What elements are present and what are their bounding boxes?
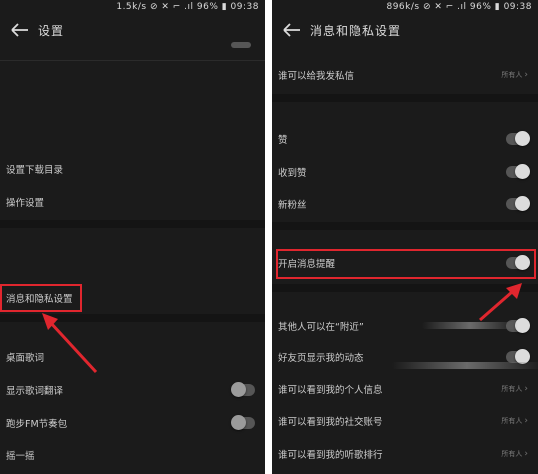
- annotation-arrow: [42, 313, 98, 374]
- privacy-settings-screen: 896k/s ⊘ ✕ ⌐ .ıl 96% ▮ 09:38 消息和隐私设置 谁可以…: [272, 0, 538, 474]
- settings-screen: 1.5k/s ⊘ ✕ ⌐ .ıl 96% ▮ 09:38 设置 设置下载目录 操…: [0, 0, 265, 474]
- annotation-arrow: [479, 283, 522, 322]
